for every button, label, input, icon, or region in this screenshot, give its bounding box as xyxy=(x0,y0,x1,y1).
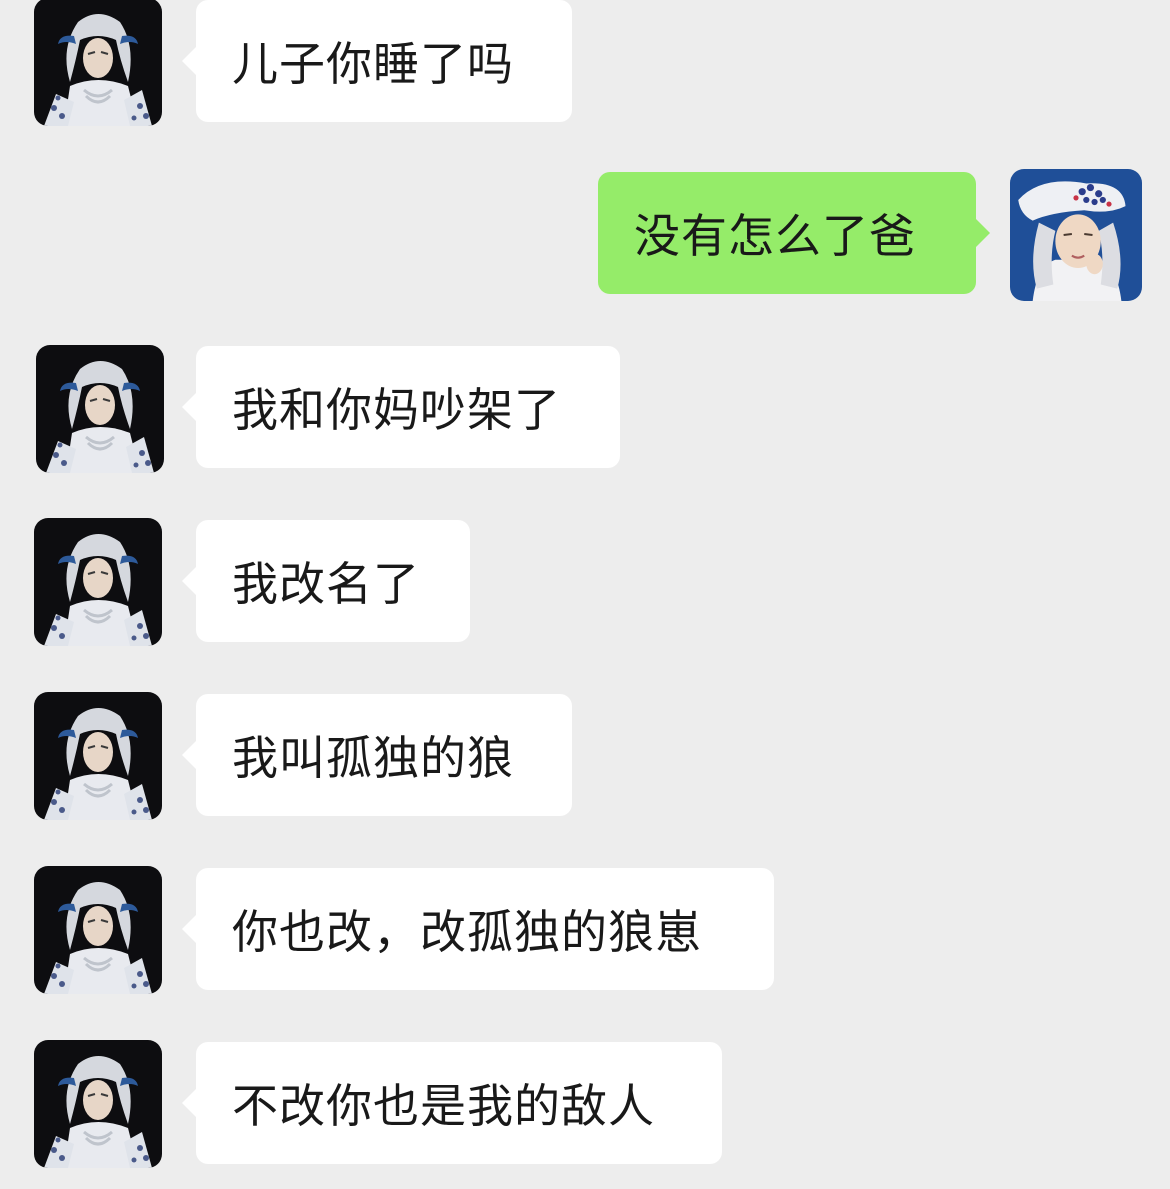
father-avatar-icon[interactable] xyxy=(34,518,162,646)
incoming-message-bubble[interactable]: 我改名了 xyxy=(182,520,470,642)
incoming-message-bubble[interactable]: 我叫孤独的狼 xyxy=(182,694,572,816)
outgoing-message-bubble[interactable]: 没有怎么了爸 xyxy=(598,172,990,294)
father-avatar-icon[interactable] xyxy=(34,1040,162,1168)
message-text: 儿子你睡了吗 xyxy=(232,37,514,91)
incoming-message-bubble[interactable]: 你也改，改孤独的狼崽 xyxy=(182,868,774,990)
father-avatar-icon[interactable] xyxy=(36,345,164,473)
message-text: 我叫孤独的狼 xyxy=(232,731,514,785)
message-text: 没有怎么了爸 xyxy=(634,209,916,263)
message-text: 你也改，改孤独的狼崽 xyxy=(232,905,702,959)
my-avatar-icon[interactable] xyxy=(1010,169,1142,301)
message-text: 不改你也是我的敌人 xyxy=(232,1079,655,1133)
father-avatar-icon[interactable] xyxy=(34,692,162,820)
message-text: 我和你妈吵架了 xyxy=(232,383,561,437)
incoming-message-bubble[interactable]: 儿子你睡了吗 xyxy=(182,0,572,122)
father-avatar-icon[interactable] xyxy=(34,0,162,126)
message-text: 我改名了 xyxy=(232,557,420,611)
incoming-message-bubble[interactable]: 我和你妈吵架了 xyxy=(182,346,620,468)
incoming-message-bubble[interactable]: 不改你也是我的敌人 xyxy=(182,1042,722,1164)
father-avatar-icon[interactable] xyxy=(34,866,162,994)
